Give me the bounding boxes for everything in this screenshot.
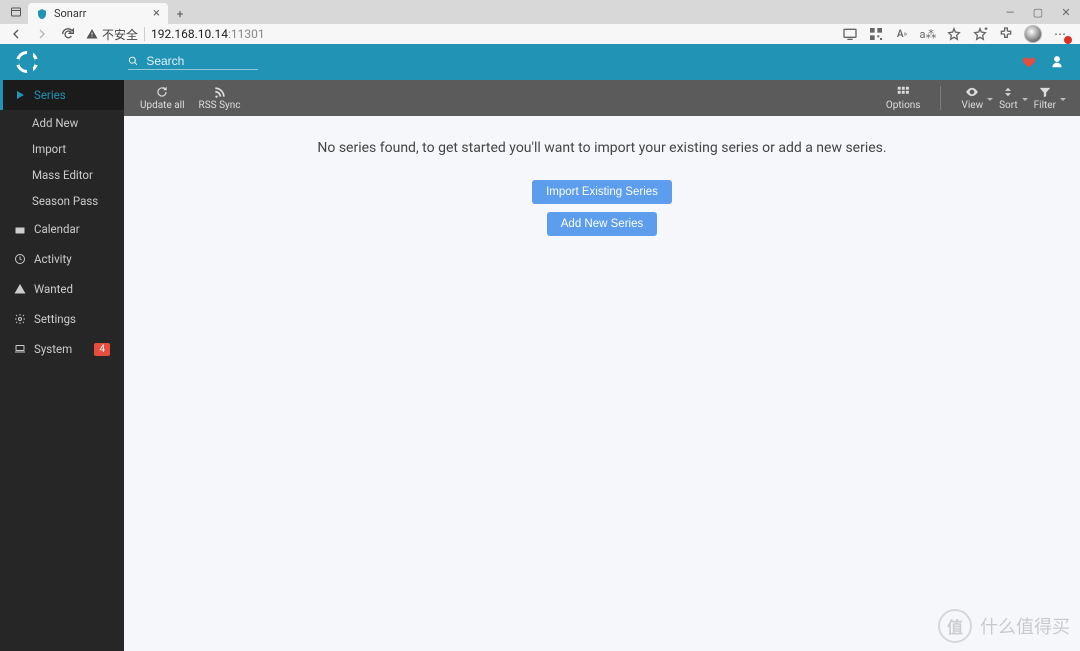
page-toolbar-left: Update all RSS Sync (140, 85, 241, 111)
sidebar-label: Series (34, 88, 66, 102)
import-existing-button[interactable]: Import Existing Series (532, 180, 672, 204)
grid-icon (896, 85, 910, 99)
more-button[interactable]: ⋯ (1052, 26, 1068, 42)
collections-icon[interactable] (972, 26, 988, 42)
sidebar-label: Calendar (34, 222, 80, 236)
browser-tab[interactable]: Sonarr × (28, 3, 168, 24)
sidebar-item-system[interactable]: System 4 (0, 334, 124, 364)
back-button[interactable] (8, 26, 24, 42)
warning-icon (14, 283, 26, 295)
rss-sync-button[interactable]: RSS Sync (199, 85, 241, 111)
rss-icon (213, 85, 227, 99)
extensions-icon[interactable] (998, 26, 1014, 42)
url: 192.168.10.14:11301 (151, 27, 265, 41)
eye-icon (965, 85, 979, 99)
clock-icon (14, 253, 26, 265)
window-controls: — ▢ ✕ (996, 0, 1080, 24)
maximize-button[interactable]: ▢ (1024, 0, 1052, 24)
system-badge: 4 (94, 343, 110, 356)
toolbar-separator (940, 86, 941, 110)
add-new-series-button[interactable]: Add New Series (547, 212, 657, 236)
sidebar-sub-add-new[interactable]: Add New (0, 110, 124, 136)
toolbar-label: Sort (999, 100, 1018, 111)
toolbar-right: A» a⁂ ⋯ (842, 25, 1072, 43)
gear-icon (14, 313, 26, 325)
content-area: No series found, to get started you'll w… (124, 116, 1080, 651)
sidebar-label: Activity (34, 252, 72, 266)
sidebar-sub-season-pass[interactable]: Season Pass (0, 188, 124, 214)
tab-title: Sonarr (54, 7, 147, 20)
cast-icon[interactable] (842, 26, 858, 42)
calendar-icon (14, 223, 26, 235)
browser-chrome: Sonarr × + — ▢ ✕ 不安全 192.168.10.14:11301… (0, 0, 1080, 44)
sonarr-favicon-icon (36, 8, 48, 20)
sidebar-label: Settings (34, 312, 76, 326)
translate-icon[interactable]: a⁂ (920, 26, 936, 42)
search-input[interactable] (146, 54, 258, 68)
search-icon (128, 55, 138, 67)
main-column: Update all RSS Sync Options View (124, 80, 1080, 651)
notification-badge (1064, 36, 1072, 44)
sidebar-label: System (34, 342, 72, 356)
toolbar-label: Options (886, 100, 921, 111)
profile-avatar[interactable] (1024, 25, 1042, 43)
toolbar-label: View (961, 100, 983, 111)
tab-strip: Sonarr × + (0, 0, 996, 24)
sidebar: Series Add New Import Mass Editor Season… (0, 80, 124, 651)
address-bar[interactable]: 不安全 192.168.10.14:11301 (86, 26, 832, 43)
browser-titlebar: Sonarr × + — ▢ ✕ (0, 0, 1080, 24)
refresh-icon (155, 85, 169, 99)
new-tab-button[interactable]: + (168, 3, 192, 24)
sidebar-item-calendar[interactable]: Calendar (0, 214, 124, 244)
address-separator (144, 27, 145, 41)
view-button[interactable]: View (953, 85, 991, 111)
update-all-button[interactable]: Update all (140, 85, 185, 111)
minimize-button[interactable]: — (996, 0, 1024, 24)
refresh-button[interactable] (60, 26, 76, 42)
action-buttons: Import Existing Series Add New Series (144, 180, 1060, 236)
sonarr-logo[interactable] (16, 51, 38, 73)
security-label: 不安全 (102, 26, 138, 43)
close-tab-icon[interactable]: × (153, 7, 160, 20)
toolbar-label: Update all (140, 100, 185, 111)
forward-button[interactable] (34, 26, 50, 42)
browser-toolbar: 不安全 192.168.10.14:11301 A» a⁂ ⋯ (0, 24, 1080, 44)
chevron-down-icon (1060, 98, 1066, 101)
empty-message: No series found, to get started you'll w… (144, 140, 1060, 156)
donate-icon[interactable] (1022, 55, 1036, 69)
qr-icon[interactable] (868, 26, 884, 42)
sidebar-label: Wanted (34, 282, 73, 296)
search-field[interactable] (128, 54, 258, 70)
sidebar-item-activity[interactable]: Activity (0, 244, 124, 274)
tab-list-button[interactable] (4, 0, 28, 24)
page-toolbar-right: Options View Sort Filter (878, 85, 1064, 111)
options-button[interactable]: Options (878, 85, 929, 111)
sort-button[interactable]: Sort (991, 85, 1026, 111)
sidebar-sub-import[interactable]: Import (0, 136, 124, 162)
textsize-icon[interactable]: A» (894, 26, 910, 42)
sidebar-item-settings[interactable]: Settings (0, 304, 124, 334)
page-toolbar: Update all RSS Sync Options View (124, 80, 1080, 116)
warning-icon (86, 28, 98, 40)
sidebar-item-series[interactable]: Series (0, 80, 124, 110)
favorite-icon[interactable] (946, 26, 962, 42)
app-header (0, 44, 1080, 80)
toolbar-label: Filter (1034, 100, 1056, 111)
filter-button[interactable]: Filter (1026, 85, 1064, 111)
play-icon (14, 89, 26, 101)
filter-icon (1038, 85, 1052, 99)
security-warning: 不安全 (86, 26, 138, 43)
sidebar-item-wanted[interactable]: Wanted (0, 274, 124, 304)
app-body: Series Add New Import Mass Editor Season… (0, 80, 1080, 651)
close-window-button[interactable]: ✕ (1052, 0, 1080, 24)
user-icon[interactable] (1050, 55, 1064, 69)
sidebar-sub-mass-editor[interactable]: Mass Editor (0, 162, 124, 188)
sort-icon (1001, 85, 1015, 99)
toolbar-label: RSS Sync (199, 100, 241, 111)
laptop-icon (14, 343, 26, 355)
header-right (1022, 55, 1064, 69)
